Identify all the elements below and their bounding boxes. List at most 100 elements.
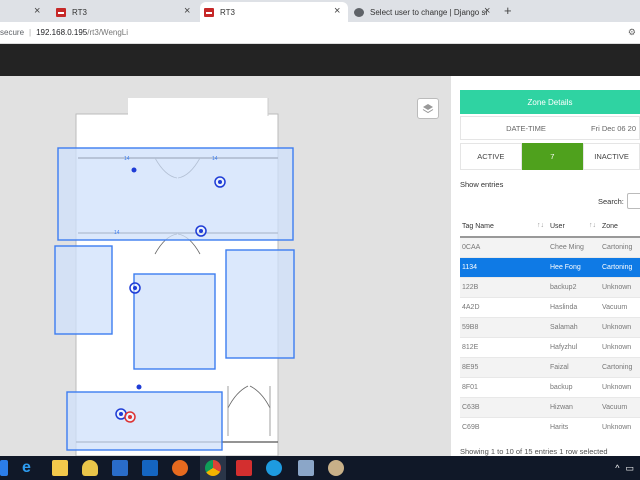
- tag-marker[interactable]: [136, 384, 142, 390]
- tag-marker: [218, 180, 222, 184]
- tag-marker: [199, 229, 203, 233]
- status-tabs: ACTIVE 7 INACTIVE: [460, 143, 640, 170]
- tab-inactive[interactable]: INACTIVE: [583, 143, 640, 170]
- table-row[interactable]: C69B Harits Unknown: [460, 416, 640, 437]
- table-row[interactable]: 59B8 Salamah Unknown: [460, 316, 640, 337]
- separator: |: [29, 28, 32, 37]
- search-label: Search:: [598, 197, 624, 206]
- close-tab-icon[interactable]: ×: [34, 5, 40, 17]
- cell-zone: Vacuum: [600, 396, 640, 417]
- network-icon[interactable]: ▭: [625, 463, 634, 474]
- tag-marker[interactable]: [131, 167, 137, 173]
- cell-user: Harits: [548, 416, 600, 437]
- building-top-strip: [128, 98, 268, 116]
- floor-plan-svg[interactable]: 14 14 14: [0, 76, 451, 456]
- address-bar[interactable]: secure | 192.168.0.195/rt3/WengLi ⚙: [0, 22, 640, 44]
- app-navbar: [0, 44, 640, 76]
- table-row[interactable]: 8E95 Faizal Cartoning: [460, 356, 640, 377]
- zone-details-panel: Zone Details DATE-TIME Fri Dec 06 20 ACT…: [451, 76, 640, 456]
- zone-polygon[interactable]: [57, 147, 294, 241]
- column-header-tag-name[interactable]: Tag Name ↑↓: [460, 216, 548, 238]
- active-count-badge[interactable]: 7: [521, 143, 584, 170]
- rt3-favicon: [204, 7, 214, 17]
- tab-title: Select user to change | Django si: [370, 7, 488, 17]
- browser-tab-4[interactable]: Select user to change | Django si ×: [352, 2, 498, 22]
- security-status[interactable]: secure: [0, 28, 24, 37]
- new-tab-button[interactable]: +: [504, 3, 512, 18]
- close-tab-icon[interactable]: ×: [184, 5, 190, 17]
- app-icon[interactable]: [298, 460, 314, 476]
- cell-user: Hafyzhul: [548, 336, 600, 357]
- cell-zone: Unknown: [600, 276, 640, 297]
- start-icon[interactable]: [0, 460, 8, 476]
- cell-zone: Cartoning: [600, 356, 640, 377]
- tag-marker-alert: [128, 415, 132, 419]
- table-row[interactable]: 812E Hafyzhul Unknown: [460, 336, 640, 357]
- table-info: Showing 1 to 10 of 15 entries 1 row sele…: [460, 447, 608, 456]
- close-tab-icon[interactable]: ×: [484, 5, 490, 17]
- tab-title: RT3: [220, 7, 235, 17]
- cell-tag: C69B: [460, 416, 548, 437]
- browser-tab-2[interactable]: RT3 ×: [52, 2, 200, 22]
- column-header-user[interactable]: User ↑↓: [548, 216, 600, 238]
- tags-table: Tag Name ↑↓ User ↑↓ Zone 0CAA Chee Ming Cart…: [460, 216, 640, 437]
- sort-icon: ↑↓: [537, 222, 544, 229]
- table-row[interactable]: 8F01 backup Unknown: [460, 376, 640, 397]
- rt3-favicon: [56, 7, 66, 17]
- datetime-label: DATE-TIME: [506, 123, 546, 133]
- table-row-selected[interactable]: 1134 Hee Fong Cartoning: [460, 256, 640, 277]
- paint-icon[interactable]: [328, 460, 344, 476]
- cell-tag: 8E95: [460, 356, 548, 377]
- chevron-up-icon[interactable]: ^: [615, 463, 619, 474]
- chrome-icon[interactable]: [205, 460, 221, 476]
- cell-tag: 8F01: [460, 376, 548, 397]
- floor-plan-map[interactable]: 14 14 14: [0, 76, 451, 456]
- close-tab-icon[interactable]: ×: [334, 5, 340, 17]
- tag-marker: [119, 412, 123, 416]
- url-text[interactable]: 192.168.0.195/rt3/WengLi: [36, 28, 128, 37]
- cell-user: backup2: [548, 276, 600, 297]
- cell-zone: Unknown: [600, 376, 640, 397]
- powershell-icon[interactable]: [112, 460, 128, 476]
- cell-zone: Cartoning: [600, 236, 640, 257]
- tab-active[interactable]: ACTIVE: [460, 143, 522, 170]
- table-row[interactable]: 4A2D Haslinda Vacuum: [460, 296, 640, 317]
- zone-details-header: Zone Details: [460, 90, 640, 114]
- outlook-icon[interactable]: [142, 460, 158, 476]
- anchor-label: 14: [124, 156, 130, 162]
- zone-polygon[interactable]: [66, 391, 223, 451]
- browser-tab-3[interactable]: RT3 ×: [200, 2, 348, 22]
- table-row[interactable]: C63B Hizwan Vacuum: [460, 396, 640, 417]
- layers-button[interactable]: [417, 98, 439, 119]
- skype-icon[interactable]: [266, 460, 282, 476]
- cell-tag: 812E: [460, 336, 548, 357]
- zone-polygon[interactable]: [54, 245, 113, 335]
- rt3-icon[interactable]: [236, 460, 252, 476]
- security-icon[interactable]: [82, 460, 98, 476]
- ie-icon[interactable]: e: [22, 460, 38, 476]
- column-header-zone[interactable]: Zone: [600, 216, 640, 238]
- cell-zone: Cartoning: [600, 256, 640, 277]
- cell-tag: C63B: [460, 396, 548, 417]
- search-input[interactable]: [627, 193, 640, 209]
- cell-tag: 1134: [460, 256, 548, 277]
- firefox-icon[interactable]: [172, 460, 188, 476]
- explorer-icon[interactable]: [52, 460, 68, 476]
- cell-user: backup: [548, 376, 600, 397]
- anchor-label: 14: [114, 230, 120, 236]
- datetime-value: Fri Dec 06 20: [591, 123, 637, 133]
- cell-zone: Vacuum: [600, 296, 640, 317]
- extension-icon[interactable]: ⚙: [628, 27, 636, 38]
- cell-user: Chee Ming: [548, 236, 600, 257]
- tab-title: RT3: [72, 7, 87, 17]
- browser-tab-1[interactable]: ×: [0, 2, 48, 22]
- system-tray[interactable]: ^ ▭: [615, 463, 634, 474]
- table-row[interactable]: 122B backup2 Unknown: [460, 276, 640, 297]
- zone-polygon[interactable]: [225, 249, 295, 359]
- table-row[interactable]: 0CAA Chee Ming Cartoning: [460, 236, 640, 257]
- cell-user: Hee Fong: [548, 256, 600, 277]
- cell-zone: Unknown: [600, 316, 640, 337]
- zone-polygon[interactable]: [133, 273, 216, 370]
- cell-user: Salamah: [548, 316, 600, 337]
- layers-icon: [422, 103, 434, 113]
